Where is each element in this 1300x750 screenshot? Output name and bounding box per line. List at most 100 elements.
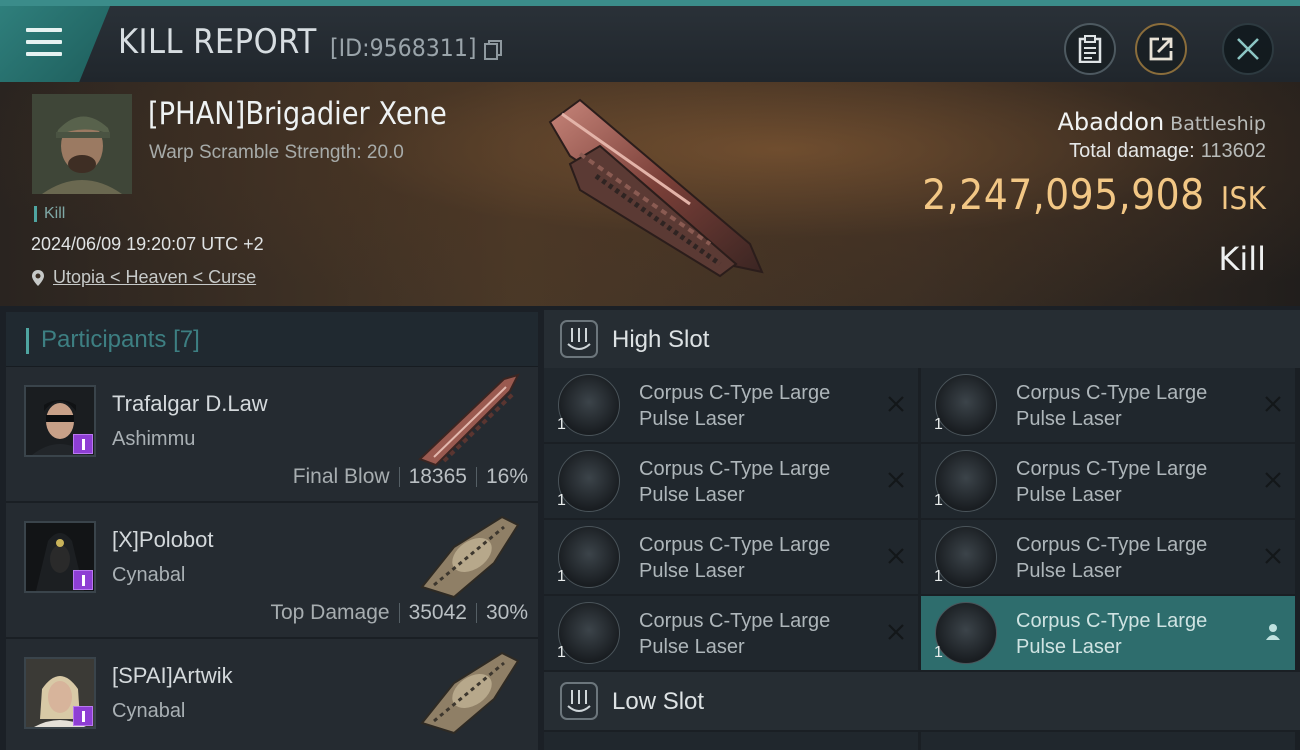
- module-slot[interactable]: 1 Corpus C-Type Large Pulse Laser: [921, 368, 1295, 442]
- module-icon: [935, 374, 997, 436]
- participant-ship: Cynabal: [112, 700, 186, 722]
- module-slot[interactable]: [921, 732, 1295, 750]
- kill-location[interactable]: Utopia < Heaven < Curse: [31, 267, 256, 288]
- module-icon: [935, 602, 997, 664]
- location-pin-icon: [32, 269, 44, 286]
- participants-label: Participants: [41, 326, 167, 353]
- participant-avatar[interactable]: [24, 385, 96, 457]
- kill-type: Kill: [1218, 240, 1266, 278]
- module-slot[interactable]: 1 Corpus C-Type Large Pulse Laser: [544, 596, 918, 670]
- menu-icon: [26, 28, 62, 56]
- high-slot-label: High Slot: [612, 326, 710, 353]
- total-damage: Total damage: 113602: [1069, 140, 1266, 163]
- remove-x-icon: [1265, 548, 1281, 564]
- module-slot[interactable]: 1 Corpus C-Type Large Pulse Laser: [544, 520, 918, 594]
- menu-button[interactable]: [0, 6, 110, 82]
- remove-x-icon: [888, 396, 904, 412]
- participant-name[interactable]: [X]Polobot: [112, 527, 214, 553]
- clipboard-button[interactable]: [1064, 23, 1116, 75]
- victim-name[interactable]: [PHAN]Brigadier Xene: [148, 96, 447, 132]
- module-slot[interactable]: 1 Corpus C-Type Large Pulse Laser: [921, 444, 1295, 518]
- victim-avatar[interactable]: [32, 94, 132, 194]
- remove-x-icon: [888, 624, 904, 640]
- module-name: Corpus C-Type Large Pulse Laser: [1016, 532, 1246, 584]
- participant-role: Final Blow: [292, 465, 390, 488]
- share-button[interactable]: [1135, 23, 1187, 75]
- isk-amount: 2,247,095,908: [921, 170, 1205, 219]
- module-quantity: 1: [934, 492, 943, 509]
- module-name: Corpus C-Type Large Pulse Laser: [639, 532, 869, 584]
- module-name: Corpus C-Type Large Pulse Laser: [639, 456, 869, 508]
- close-icon: [1237, 38, 1259, 60]
- participant-ship: Ashimmu: [112, 428, 196, 450]
- close-button[interactable]: [1222, 23, 1274, 75]
- module-name-line1: Corpus C-Type Large: [639, 382, 831, 404]
- module-name: Corpus C-Type Large Pulse Laser: [639, 380, 869, 432]
- participant-percent: 16%: [485, 465, 528, 488]
- module-name: Corpus C-Type Large Pulse Laser: [639, 608, 869, 660]
- corp-badge-icon: [73, 706, 93, 726]
- module-name-line2: Pulse Laser: [1016, 560, 1122, 582]
- module-name-line1: Corpus C-Type Large: [1016, 458, 1208, 480]
- participant-ship-image: [420, 651, 520, 735]
- high-slot-header: High Slot: [544, 310, 1300, 368]
- participants-panel: Participants [7] Trafalgar D.Law Ashimmu…: [6, 312, 538, 750]
- victim-ship[interactable]: Abaddon Battleship: [1057, 108, 1266, 136]
- module-name-line1: Corpus C-Type Large: [639, 458, 831, 480]
- location-link[interactable]: Utopia < Heaven < Curse: [53, 267, 256, 288]
- module-name-line2: Pulse Laser: [639, 484, 745, 506]
- participant-percent: 30%: [485, 601, 528, 624]
- participant-avatar[interactable]: [24, 657, 96, 729]
- remove-x-icon: [888, 472, 904, 488]
- slot-icon: [560, 682, 598, 720]
- low-slot-header: Low Slot: [544, 672, 1300, 730]
- module-slot[interactable]: [544, 732, 918, 750]
- corp-badge-icon: [73, 434, 93, 454]
- remove-x-icon: [1265, 472, 1281, 488]
- module-name-line2: Pulse Laser: [1016, 484, 1122, 506]
- participant-row[interactable]: [SPAI]Artwik Cynabal: [6, 639, 538, 750]
- report-id: [ID:9568311]: [330, 34, 477, 62]
- module-icon: [558, 526, 620, 588]
- participant-row[interactable]: [X]Polobot Cynabal Top Damage 35042 30%: [6, 503, 538, 639]
- fitting-panel: High Slot 1 Corpus C-Type Large Pulse Las…: [544, 310, 1300, 750]
- module-name: Corpus C-Type Large Pulse Laser: [1016, 608, 1246, 660]
- module-name-line2: Pulse Laser: [639, 560, 745, 582]
- module-name-line1: Corpus C-Type Large: [1016, 610, 1208, 632]
- clipboard-icon: [1078, 35, 1102, 63]
- copy-icon[interactable]: [484, 40, 502, 60]
- module-slot[interactable]: 1 Corpus C-Type Large Pulse Laser: [544, 368, 918, 442]
- module-name-line2: Pulse Laser: [639, 636, 745, 658]
- participant-damage: 35042: [408, 601, 467, 624]
- share-icon: [1149, 37, 1173, 61]
- module-slot[interactable]: 1 Corpus C-Type Large Pulse Laser: [544, 444, 918, 518]
- module-name-line1: Corpus C-Type Large: [1016, 534, 1208, 556]
- participant-stats: Top Damage 35042 30%: [270, 601, 528, 625]
- module-icon: [935, 526, 997, 588]
- module-name-line1: Corpus C-Type Large: [639, 534, 831, 556]
- participant-ship-image: [418, 373, 520, 467]
- module-slot[interactable]: 1 Corpus C-Type Large Pulse Laser: [921, 520, 1295, 594]
- participant-ship: Cynabal: [112, 564, 186, 586]
- participant-avatar[interactable]: [24, 521, 96, 593]
- pilot-icon: [1266, 624, 1280, 640]
- participants-count: [7]: [173, 326, 200, 353]
- module-name: Corpus C-Type Large Pulse Laser: [1016, 456, 1246, 508]
- module-name-line2: Pulse Laser: [1016, 408, 1122, 430]
- participant-stats: Final Blow 18365 16%: [293, 465, 528, 489]
- participant-role: Top Damage: [270, 601, 390, 624]
- participants-header: Participants [7]: [6, 312, 538, 367]
- participant-name[interactable]: Trafalgar D.Law: [112, 391, 268, 417]
- participant-ship-image: [420, 515, 520, 599]
- module-name-line2: Pulse Laser: [639, 408, 745, 430]
- module-quantity: 1: [557, 492, 566, 509]
- participant-name[interactable]: [SPAI]Artwik: [112, 663, 233, 689]
- module-icon: [558, 450, 620, 512]
- participant-row[interactable]: Trafalgar D.Law Ashimmu Final Blow 18365 1…: [6, 367, 538, 503]
- module-quantity: 1: [557, 568, 566, 585]
- isk-value: 2,247,095,908 ISK: [922, 170, 1266, 219]
- slot-icon: [560, 320, 598, 358]
- module-quantity: 1: [934, 568, 943, 585]
- module-slot-selected[interactable]: 1 Corpus C-Type Large Pulse Laser: [921, 596, 1295, 670]
- module-icon: [558, 602, 620, 664]
